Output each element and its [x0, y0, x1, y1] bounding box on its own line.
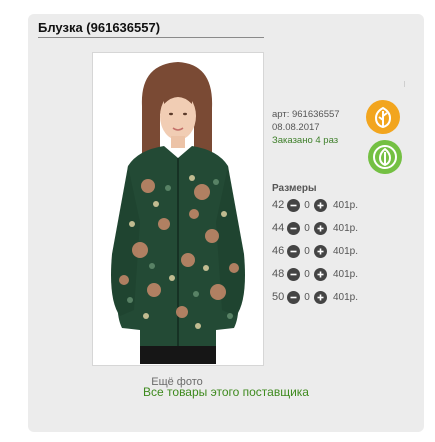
sizes-heading: Размеры: [272, 183, 317, 194]
increase-button[interactable]: [314, 244, 327, 258]
increase-button[interactable]: [314, 267, 327, 281]
minus-icon: [290, 227, 297, 229]
decrease-button[interactable]: [287, 221, 300, 235]
quantity-value: 0: [304, 199, 310, 211]
leaf-icon: [373, 145, 397, 169]
supplier-badge[interactable]: [366, 100, 400, 134]
size-row: 48 0 401р.: [272, 265, 358, 283]
size-label: 48: [272, 268, 285, 280]
title-divider: [38, 37, 264, 38]
plus-icon: [317, 271, 324, 277]
plus-icon: [317, 202, 324, 208]
all-supplier-goods-link[interactable]: Все товары этого поставщика: [28, 385, 424, 399]
size-price: 401р.: [333, 291, 359, 303]
increase-button[interactable]: [314, 198, 327, 212]
increase-button[interactable]: [314, 290, 327, 304]
size-price: 401р.: [333, 199, 359, 211]
product-title: Блузка (961636557): [38, 20, 161, 35]
product-photo-frame[interactable]: [92, 52, 264, 366]
quantity-value: 0: [304, 268, 310, 280]
product-photo[interactable]: [94, 54, 262, 364]
plus-icon: [317, 294, 324, 300]
leaf-icon: [374, 106, 392, 129]
decrease-button[interactable]: [287, 290, 300, 304]
size-row: 42 0 401р.: [272, 196, 358, 214]
decrease-button[interactable]: [287, 244, 300, 258]
size-row: 46 0 401р.: [272, 242, 358, 260]
size-label: 50: [272, 291, 285, 303]
plus-icon: [317, 248, 324, 254]
plus-icon: [317, 225, 324, 231]
quantity-value: 0: [304, 222, 310, 234]
size-price: 401р.: [333, 222, 359, 234]
quantity-value: 0: [304, 245, 310, 257]
decrease-button[interactable]: [287, 267, 300, 281]
size-row: 44 0 401р.: [272, 219, 358, 237]
quantity-value: 0: [304, 291, 310, 303]
size-label: 44: [272, 222, 285, 234]
size-price: 401р.: [333, 245, 359, 257]
divider-mark: [404, 81, 405, 87]
size-price: 401р.: [333, 268, 359, 280]
minus-icon: [290, 273, 297, 275]
size-label: 46: [272, 245, 285, 257]
size-row: 50 0 401р.: [272, 288, 358, 306]
eco-badge[interactable]: [368, 140, 402, 174]
increase-button[interactable]: [314, 221, 327, 235]
minus-icon: [290, 250, 297, 252]
decrease-button[interactable]: [287, 198, 300, 212]
size-label: 42: [272, 199, 285, 211]
minus-icon: [290, 296, 297, 298]
minus-icon: [290, 204, 297, 206]
